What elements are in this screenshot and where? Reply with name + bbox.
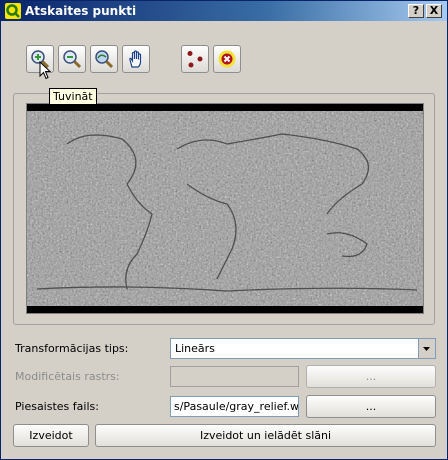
add-point-icon <box>187 51 203 68</box>
modified-raster-input[interactable] <box>170 366 299 387</box>
transform-type-select[interactable]: Lineārs <box>170 338 436 359</box>
transform-type-value: Lineārs <box>175 342 215 355</box>
close-button[interactable]: X <box>426 4 442 18</box>
modified-raster-browse-button[interactable]: ... <box>306 365 436 388</box>
zoom-full-icon <box>95 50 114 69</box>
create-and-load-button[interactable]: Izveidot un ielādēt slāni <box>95 424 436 447</box>
chevron-down-icon <box>423 347 430 351</box>
mouse-cursor-icon <box>39 61 51 80</box>
map-canvas[interactable] <box>26 103 424 314</box>
create-button[interactable]: Izveidot <box>13 424 89 447</box>
zoom-to-layer-button[interactable] <box>90 45 118 73</box>
title-bar[interactable]: Atskaites punkti ? X <box>1 1 447 21</box>
world-file-label: Piesaistes fails: <box>15 400 99 413</box>
dropdown-arrow[interactable] <box>418 339 435 358</box>
pan-hand-icon <box>129 50 142 68</box>
world-file-input[interactable]: s/Pasaule/gray_relief.wld <box>170 396 299 417</box>
world-relief-raster <box>27 104 423 313</box>
window-title: Atskaites punkti <box>25 4 137 18</box>
zoom-out-button[interactable] <box>58 45 86 73</box>
qgis-logo-icon <box>5 3 21 19</box>
delete-point-button[interactable] <box>213 45 241 73</box>
transform-type-label: Transformācijas tips: <box>15 342 129 355</box>
delete-point-icon <box>218 50 236 68</box>
modified-raster-label: Modificētais rastrs: <box>15 370 120 383</box>
help-button[interactable]: ? <box>408 4 424 18</box>
world-file-browse-button[interactable]: ... <box>306 395 436 418</box>
add-point-button[interactable] <box>181 45 209 73</box>
zoom-in-tooltip: Tuvināt <box>49 88 97 105</box>
pan-button[interactable] <box>122 45 150 73</box>
zoom-out-icon <box>63 50 82 69</box>
georeferencer-window: Atskaites punkti ? X Tuvināt Transformāc… <box>0 0 448 460</box>
map-frame <box>13 93 435 325</box>
